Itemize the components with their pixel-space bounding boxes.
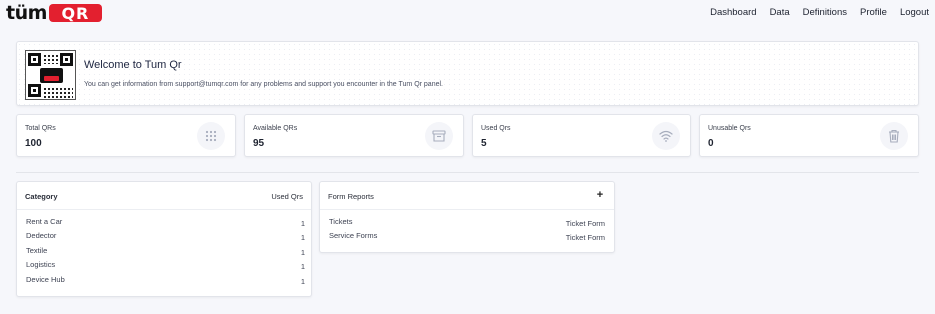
category-name: Textile [26,246,48,255]
wifi-icon [652,122,680,150]
stat-card-used-qrs: Used Qrs 5 [472,114,691,157]
stat-card-available-qrs: Available QRs 95 [244,114,464,157]
nav-dashboard[interactable]: Dashboard [710,7,756,18]
stat-label: Available QRs [253,125,298,132]
category-row[interactable]: Device Hub 1 [26,275,305,287]
top-navbar: tüm QR Dashboard Data Definitions Profil… [0,0,935,26]
form-report-name: Tickets [329,217,353,226]
category-name: Dedector [26,231,57,240]
category-header: Category [25,192,58,201]
category-count: 1 [300,262,305,271]
form-report-name: Service Forms [329,231,378,240]
stat-card-unusable-qrs: Unusable Qrs 0 [699,114,919,157]
inbox-icon [425,122,453,150]
category-count: 1 [300,233,305,242]
category-row[interactable]: Dedector 1 [26,231,305,243]
category-count: 1 [300,248,305,257]
stat-card-total-qrs: Total QRs 100 [16,114,236,157]
welcome-card: Welcome to Tum Qr You can get informatio… [16,41,919,106]
category-row[interactable]: Rent a Car 1 [26,217,305,229]
category-row[interactable]: Logistics 1 [26,260,305,272]
form-report-type: Ticket Form [565,219,605,228]
nav-profile[interactable]: Profile [860,7,887,18]
form-report-type: Ticket Form [565,233,605,242]
welcome-title: Welcome to Tum Qr [84,59,182,71]
category-count: 1 [300,277,305,286]
stat-value: 0 [708,138,714,149]
add-icon[interactable]: + [595,190,605,201]
category-name: Logistics [26,260,56,269]
header-divider [320,209,614,210]
nav-data[interactable]: Data [770,7,790,18]
nav-logout[interactable]: Logout [900,7,929,18]
trash-icon [880,122,908,150]
category-name: Device Hub [26,275,65,284]
logo-qr-badge: QR [48,4,102,23]
qr-code-image [25,50,76,100]
form-reports-card: Form Reports + Tickets Ticket Form Servi… [319,181,615,253]
stat-label: Used Qrs [481,125,511,132]
stat-value: 5 [481,138,487,149]
category-count: 1 [300,219,305,228]
category-row[interactable]: Textile 1 [26,246,305,258]
stat-value: 95 [253,138,265,149]
grid-dots-icon [197,122,225,150]
welcome-message: You can get information from support@tum… [84,81,443,88]
stat-value: 100 [25,138,42,149]
stat-label: Unusable Qrs [708,125,751,132]
header-divider [17,209,311,210]
form-report-row[interactable]: Service Forms Ticket Form [329,231,605,243]
category-card: Category Used Qrs Rent a Car 1 Dedector … [16,181,312,297]
main-nav: Dashboard Data Definitions Profile Logou… [697,7,929,18]
brand-logo[interactable]: tüm QR [6,3,102,23]
stat-label: Total QRs [25,125,56,132]
section-divider [16,172,919,173]
used-qrs-header: Used Qrs [271,192,303,201]
logo-wordmark: tüm [6,2,47,24]
form-reports-title: Form Reports [328,192,374,201]
form-report-row[interactable]: Tickets Ticket Form [329,217,605,229]
nav-definitions[interactable]: Definitions [803,7,847,18]
category-name: Rent a Car [26,217,63,226]
